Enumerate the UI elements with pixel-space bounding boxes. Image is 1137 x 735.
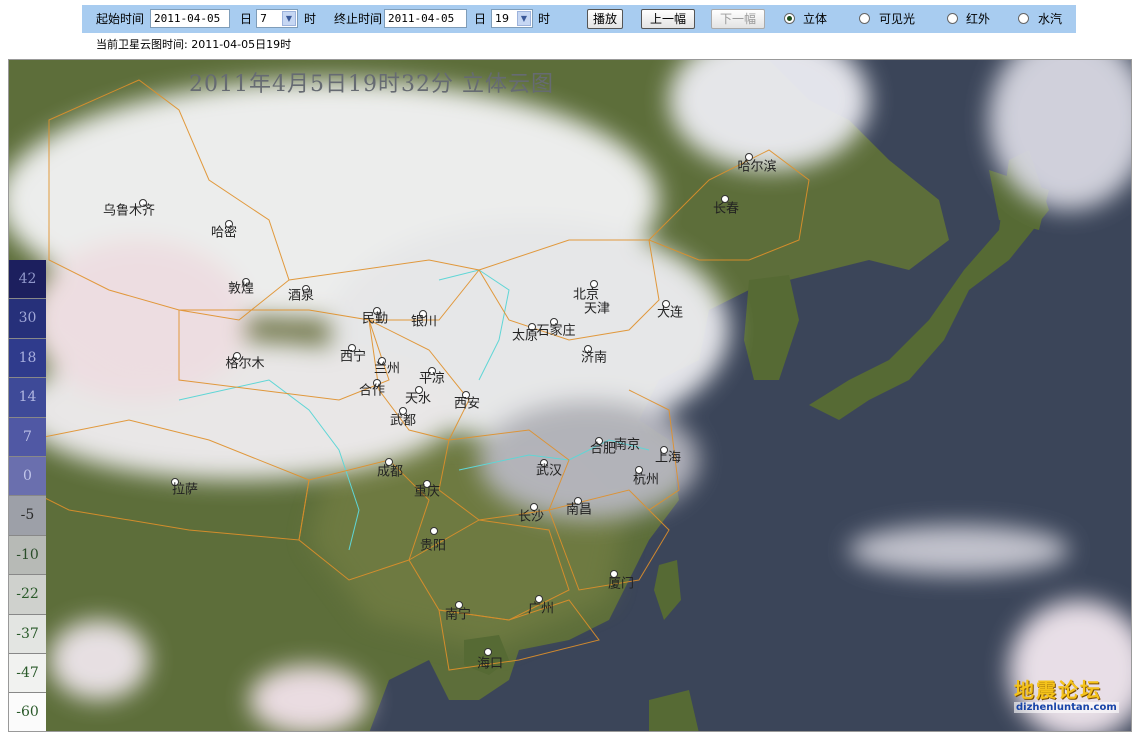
city-label-taiyuan: 太原 (511, 328, 539, 344)
prev-frame-button[interactable]: 上一幅 (641, 9, 695, 29)
city-label-urumqi: 乌鲁木齐 (102, 203, 156, 219)
map-graphic (9, 60, 1131, 731)
city-label-wuhan: 武汉 (535, 463, 563, 479)
end-day-label: 日 (474, 12, 487, 26)
mode-label-water-vapor: 水汽 (1038, 12, 1063, 26)
scale-cell: -47 (9, 654, 46, 694)
mode-radio-visible[interactable] (859, 13, 870, 24)
city-label-pingliang: 平凉 (418, 371, 446, 387)
city-label-tianshui: 天水 (404, 391, 432, 407)
scale-cell: 14 (9, 378, 46, 418)
scale-cell: -60 (9, 693, 46, 731)
city-label-nanchang: 南昌 (565, 502, 593, 518)
city-label-xiamen: 厦门 (607, 576, 635, 592)
city-label-golmud: 格尔木 (225, 356, 265, 372)
city-label-wudu: 武都 (389, 413, 417, 429)
city-label-guangzhou: 广州 (527, 601, 555, 617)
chevron-down-icon: ▼ (517, 11, 531, 26)
city-label-jiuquan: 酒泉 (287, 288, 315, 304)
watermark-url: dizhenluntan.com (1014, 702, 1119, 713)
city-label-yinchuan: 银川 (410, 314, 438, 330)
start-day-label: 日 (240, 12, 253, 26)
scale-cell: -37 (9, 614, 46, 654)
city-label-dalian: 大连 (656, 305, 684, 321)
city-label-minqin: 民勤 (361, 311, 389, 327)
play-button[interactable]: 播放 (587, 9, 623, 29)
city-label-harbin: 哈尔滨 (737, 159, 777, 175)
start-hour-select[interactable]: 7 ▼ (256, 9, 298, 28)
city-label-chengdu: 成都 (376, 464, 404, 480)
city-label-guiyang: 贵阳 (419, 538, 447, 554)
mode-radio-3d[interactable] (784, 13, 795, 24)
city-label-changchun: 长春 (712, 201, 740, 217)
city-label-chongqing: 重庆 (413, 484, 441, 500)
city-label-xining: 西宁 (339, 349, 367, 365)
city-label-nanjing: 南京 (613, 437, 641, 453)
scale-cell: 0 (9, 457, 46, 497)
mode-label-infrared: 红外 (966, 12, 991, 26)
scale-cell: 18 (9, 338, 46, 379)
city-label-hangzhou: 杭州 (632, 472, 660, 488)
city-label-changsha: 长沙 (517, 509, 545, 525)
end-hour-label: 时 (538, 12, 551, 26)
city-label-haikou: 海口 (476, 656, 504, 672)
start-hour-label: 时 (304, 12, 317, 26)
mode-radio-infrared[interactable] (947, 13, 958, 24)
map-title: 2011年4月5日19时32分 立体云图 (189, 72, 554, 97)
watermark-logo: 地震论坛 (1014, 678, 1102, 702)
city-label-xian: 西安 (453, 396, 481, 412)
scale-cell: -5 (9, 496, 46, 536)
end-date-input[interactable]: 2011-04-05 (384, 9, 467, 28)
city-label-tianjin: 天津 (583, 301, 611, 317)
end-hour-value: 19 (495, 12, 509, 25)
chevron-down-icon: ▼ (282, 11, 296, 26)
scale-cell: -22 (9, 575, 46, 615)
scale-cell: 42 (9, 260, 46, 300)
temperature-scale: 42 30 18 14 7 0 -5 -10 -22 -37 -47 -60 (9, 260, 46, 731)
city-label-nanning: 南宁 (444, 607, 472, 623)
start-time-label: 起始时间 (96, 12, 145, 26)
city-label-dunhuang: 敦煌 (227, 281, 255, 297)
current-image-time: 当前卫星云图时间: 2011-04-05日19时 (96, 38, 292, 51)
end-time-label: 终止时间 (334, 12, 383, 26)
city-label-shanghai: 上海 (654, 450, 682, 466)
scale-cell: -10 (9, 535, 46, 576)
mode-label-visible: 可见光 (879, 12, 916, 26)
city-label-hezuo: 合作 (358, 383, 386, 399)
scale-cell: 7 (9, 417, 46, 457)
city-label-lhasa: 拉萨 (171, 482, 199, 498)
next-frame-button[interactable]: 下一幅 (711, 9, 765, 29)
toolbar: 起始时间 2011-04-05 日 7 ▼ 时 终止时间 2011-04-05 … (82, 5, 1076, 33)
city-label-shijiazhuang: 石家庄 (536, 323, 576, 339)
mode-label-3d: 立体 (803, 12, 828, 26)
city-label-hefei: 合肥 (589, 441, 617, 457)
start-hour-value: 7 (260, 12, 267, 25)
start-date-input[interactable]: 2011-04-05 (150, 9, 230, 28)
end-hour-select[interactable]: 19 ▼ (491, 9, 533, 28)
city-label-jinan: 济南 (580, 350, 608, 366)
scale-cell: 30 (9, 299, 46, 339)
city-label-hami: 哈密 (210, 225, 238, 241)
satellite-map: 2011年4月5日19时32分 立体云图 哈尔滨 长春 乌鲁木齐 哈密 敦煌 酒… (8, 59, 1132, 732)
city-label-lanzhou: 兰州 (373, 361, 401, 377)
mode-radio-water-vapor[interactable] (1018, 13, 1029, 24)
